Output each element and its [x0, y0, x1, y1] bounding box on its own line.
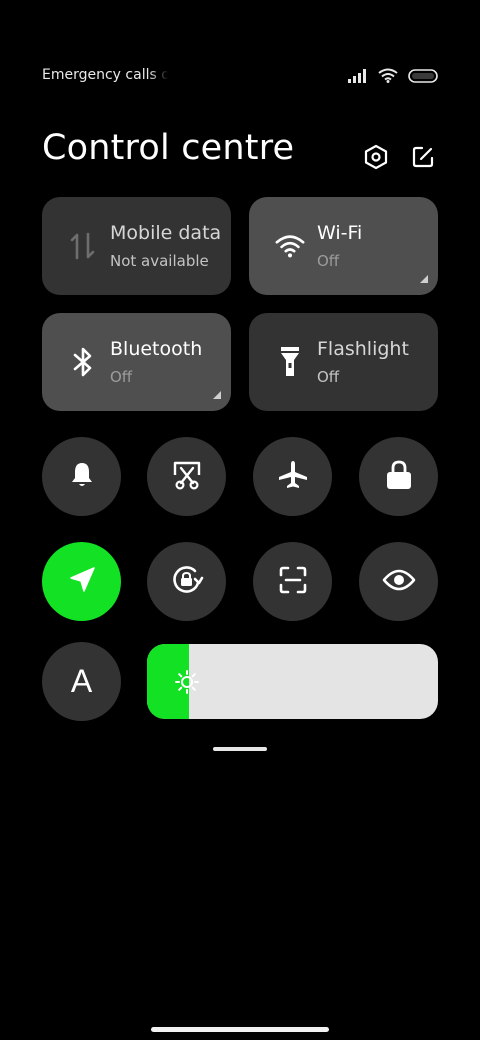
drag-handle[interactable] — [213, 747, 267, 751]
edit-icon — [411, 145, 435, 173]
status-bar: Emergency calls only — [42, 66, 438, 88]
edit-button[interactable] — [408, 144, 438, 174]
tile-name: Bluetooth — [110, 338, 203, 360]
scanner-icon — [278, 565, 308, 599]
wifi-icon — [275, 227, 305, 265]
screenshot-toggle[interactable] — [147, 437, 226, 516]
flashlight-tile[interactable]: Flashlight Off — [249, 313, 438, 411]
tile-name: Mobile data — [110, 222, 222, 244]
status-icons — [348, 66, 438, 88]
reading-mode-toggle[interactable] — [359, 542, 438, 621]
mobile-data-icon — [68, 227, 98, 265]
tile-name: Wi-Fi — [317, 222, 363, 244]
scanner-toggle[interactable] — [253, 542, 332, 621]
location-icon — [67, 565, 97, 599]
auto-brightness-toggle[interactable]: A — [42, 642, 121, 721]
sun-icon — [175, 670, 199, 694]
lock-icon — [385, 459, 413, 495]
wifi-icon — [378, 68, 398, 87]
rotation-lock-toggle[interactable] — [147, 542, 226, 621]
tile-status: Off — [317, 368, 340, 386]
auto-brightness-label: A — [70, 663, 93, 699]
home-indicator[interactable] — [151, 1027, 329, 1032]
battery-icon — [408, 68, 438, 87]
hexagon-settings-icon — [363, 144, 389, 174]
bluetooth-icon — [68, 343, 98, 381]
airplane-icon — [277, 459, 309, 495]
eye-icon — [382, 568, 416, 596]
tile-name: Flashlight — [317, 338, 409, 360]
page-title: Control centre — [42, 128, 295, 168]
sound-toggle[interactable] — [42, 437, 121, 516]
wifi-tile[interactable]: Wi-Fi Off — [249, 197, 438, 295]
screenshot-icon — [171, 459, 203, 495]
settings-button[interactable] — [361, 144, 391, 174]
bluetooth-tile[interactable]: Bluetooth Off — [42, 313, 231, 411]
tile-status: Off — [317, 252, 340, 270]
airplane-toggle[interactable] — [253, 437, 332, 516]
carrier-text: Emergency calls only — [42, 67, 168, 83]
expand-corner-icon — [420, 275, 428, 283]
tile-status: Off — [110, 368, 133, 386]
bell-icon — [67, 460, 97, 494]
location-toggle[interactable] — [42, 542, 121, 621]
mobile-data-tile[interactable]: Mobile data Not available — [42, 197, 231, 295]
lock-toggle[interactable] — [359, 437, 438, 516]
brightness-slider[interactable] — [147, 644, 438, 719]
tile-status: Not available — [110, 252, 209, 270]
flashlight-icon — [275, 343, 305, 381]
signal-icon — [348, 68, 368, 87]
rotation-lock-icon — [170, 563, 204, 601]
expand-corner-icon — [213, 391, 221, 399]
